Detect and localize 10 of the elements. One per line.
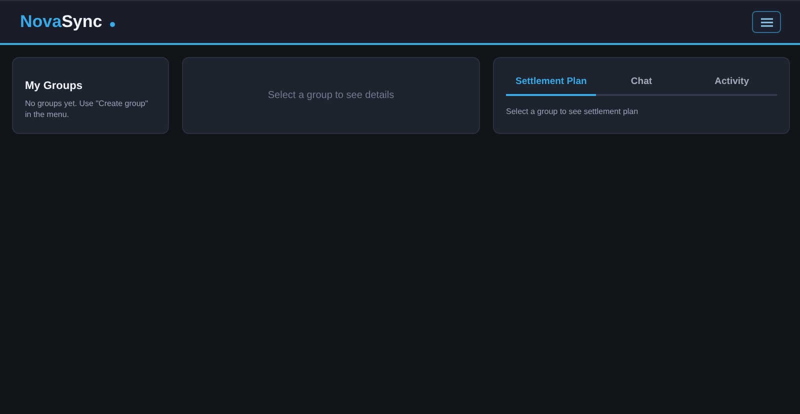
panel-title: My Groups: [25, 80, 84, 92]
tab[interactable]: Chat: [596, 70, 687, 96]
menu-button[interactable]: [752, 11, 781, 33]
tab[interactable]: Activity: [686, 70, 777, 96]
menu-icon: [760, 18, 772, 26]
tab[interactable]: Settlement Plan: [506, 70, 596, 96]
empty-message: No groups yet. Use "Create group" in the menu.: [25, 98, 150, 120]
brand-logo: NovaSync: [20, 12, 116, 32]
empty-message: Select a group to see settlement plan: [506, 106, 640, 117]
placeholder-text: Select a group to see details: [268, 90, 394, 101]
